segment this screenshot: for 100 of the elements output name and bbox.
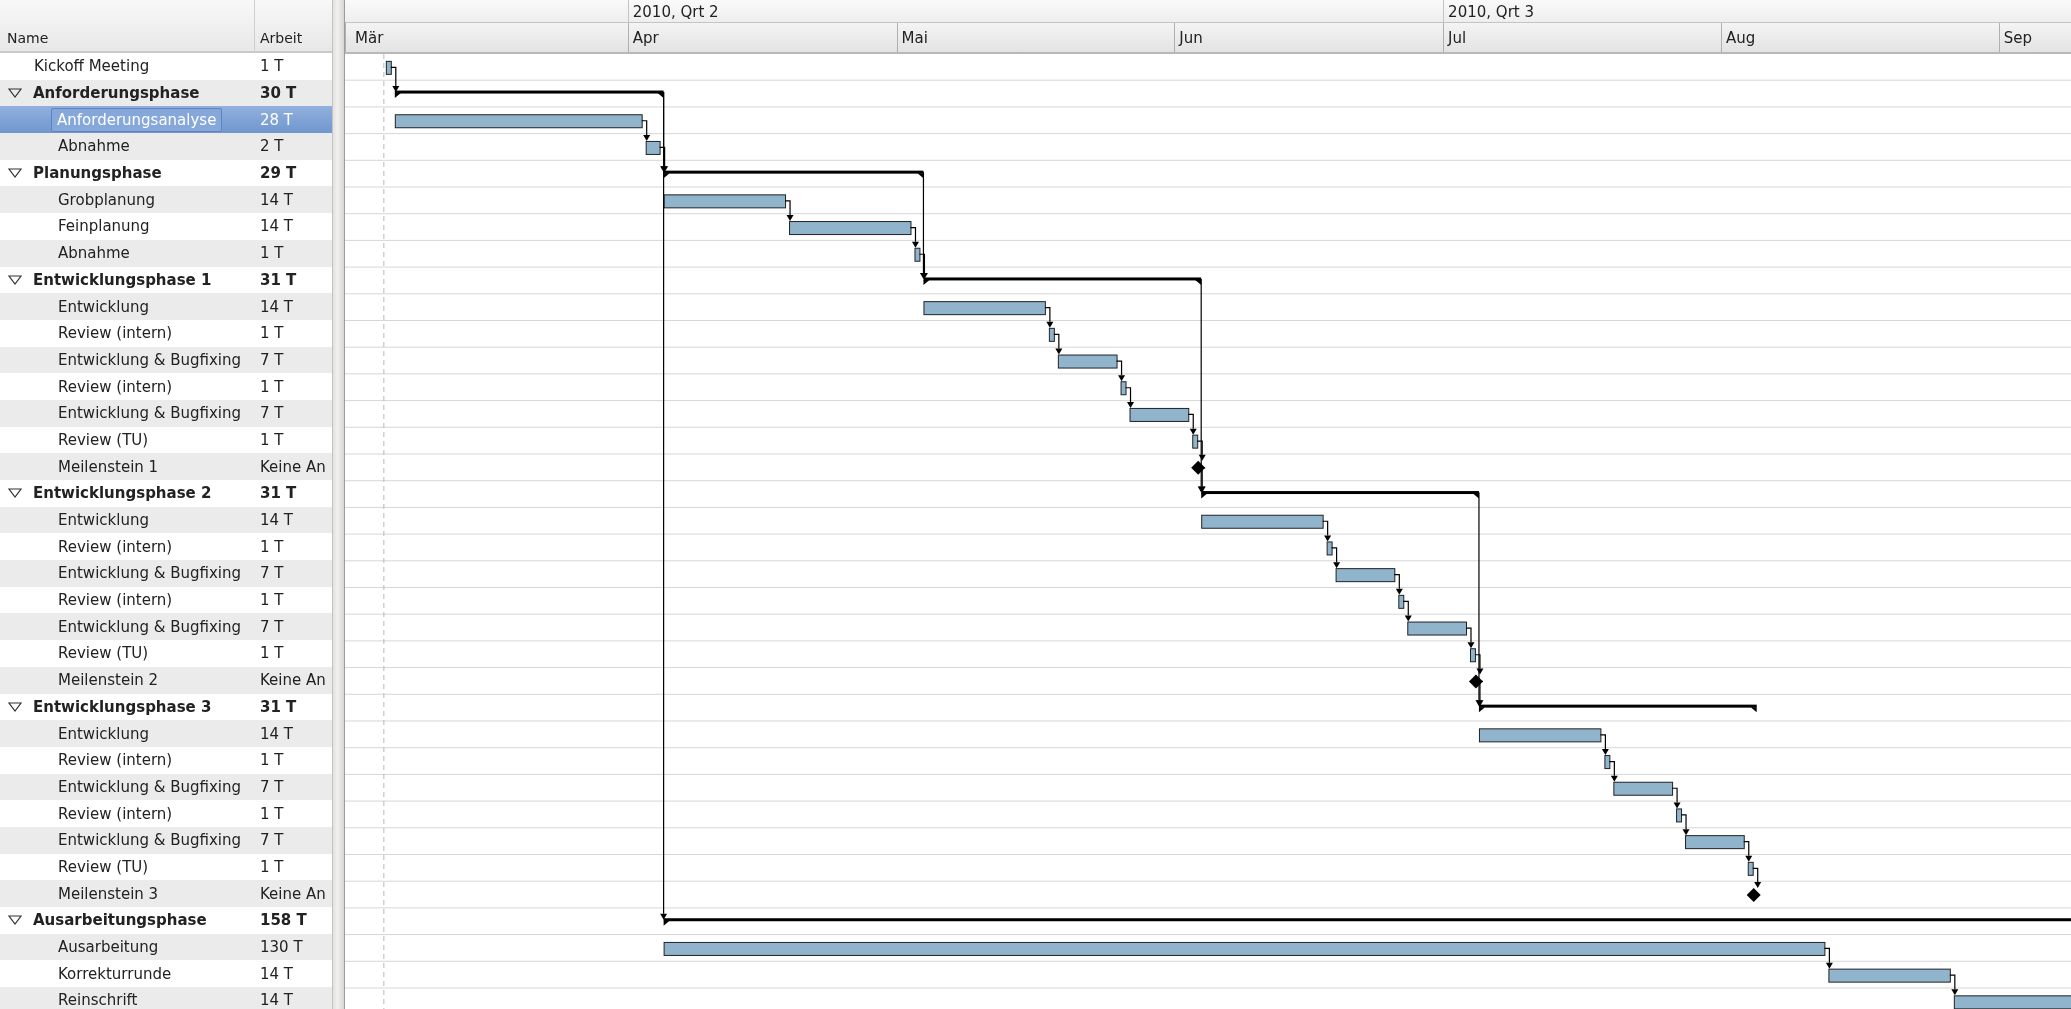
month-header: Apr bbox=[627, 23, 897, 52]
expander-icon[interactable] bbox=[8, 701, 22, 712]
task-row[interactable]: Entwicklung & Bugfixing 7 T bbox=[0, 613, 332, 641]
dependency-arrow bbox=[1124, 387, 1134, 408]
dependency-arrow bbox=[1743, 841, 1753, 862]
expander-icon[interactable] bbox=[8, 168, 22, 179]
summary-bar[interactable] bbox=[1201, 491, 1479, 499]
column-header[interactable]: Arbeit bbox=[255, 0, 332, 53]
work-value: 31 T bbox=[259, 697, 297, 716]
task-bar[interactable] bbox=[663, 941, 1826, 956]
work-value: 14 T bbox=[259, 991, 294, 1009]
task-bar[interactable] bbox=[789, 221, 912, 236]
expander-icon[interactable] bbox=[8, 88, 22, 99]
task-bar[interactable] bbox=[1398, 594, 1405, 609]
task-name: Meilenstein 2 bbox=[57, 670, 160, 692]
expander-icon[interactable] bbox=[8, 274, 22, 285]
work-value: 14 T bbox=[259, 297, 294, 316]
task-row[interactable]: Entwicklung 14 T bbox=[0, 506, 332, 534]
dependency-arrow bbox=[1823, 947, 1833, 969]
work-value: 1 T bbox=[259, 537, 284, 556]
summary-bar[interactable] bbox=[663, 918, 2071, 926]
task-row[interactable]: Entwicklung & Bugfixing 7 T bbox=[0, 826, 332, 854]
task-name: Anforderungsphase bbox=[32, 83, 201, 105]
dependency-arrow bbox=[784, 200, 794, 222]
dependency-arrow bbox=[1044, 307, 1054, 328]
task-bar[interactable] bbox=[1676, 808, 1683, 823]
task-row[interactable]: Meilenstein 3 Keine An bbox=[0, 880, 332, 907]
dependency-arrow bbox=[1331, 547, 1341, 569]
task-row[interactable]: Entwicklung & Bugfixing 7 T bbox=[0, 399, 332, 427]
task-row[interactable]: Abnahme 2 T bbox=[0, 133, 332, 160]
dependency-arrow bbox=[1322, 520, 1332, 542]
summary-bar[interactable] bbox=[923, 277, 1202, 285]
task-bar[interactable] bbox=[1604, 755, 1611, 770]
summary-bar[interactable] bbox=[394, 90, 664, 99]
work-value: 14 T bbox=[259, 217, 294, 236]
work-value: 1 T bbox=[259, 430, 284, 449]
task-bar[interactable] bbox=[1192, 434, 1199, 449]
task-name: Entwicklungsphase 3 bbox=[32, 696, 213, 718]
task-bar[interactable] bbox=[1129, 407, 1190, 422]
summary-bar[interactable] bbox=[663, 170, 924, 179]
task-row[interactable]: Entwicklung & Bugfixing 7 T bbox=[0, 560, 332, 587]
task-bar[interactable] bbox=[1048, 327, 1055, 342]
task-row[interactable]: Anforderungsphase 30 T bbox=[0, 79, 332, 107]
task-name: Feinplanung bbox=[57, 216, 151, 238]
month-header: Jul bbox=[1443, 23, 1721, 52]
dependency-arrow bbox=[1752, 867, 1762, 889]
task-bar[interactable] bbox=[1120, 381, 1127, 396]
work-value: 2 T bbox=[259, 137, 284, 156]
work-value: 7 T bbox=[259, 350, 284, 369]
task-name: Meilenstein 3 bbox=[57, 883, 160, 905]
task-row[interactable]: Entwicklung & Bugfixing 7 T bbox=[0, 773, 332, 801]
work-value: 7 T bbox=[259, 404, 284, 423]
task-name: Entwicklung & Bugfixing bbox=[57, 830, 242, 852]
quarter-header: 2010, Qrt 3 bbox=[1443, 0, 2071, 22]
work-value: 7 T bbox=[259, 831, 284, 850]
task-row[interactable]: Reinschrift 14 T bbox=[0, 987, 332, 1009]
task-row[interactable]: Meilenstein 1 Keine An bbox=[0, 453, 332, 480]
task-bar[interactable] bbox=[914, 247, 921, 262]
task-row[interactable]: Meilenstein 2 Keine An bbox=[0, 666, 332, 694]
column-header[interactable]: Name bbox=[0, 0, 255, 53]
task-row[interactable]: Entwicklung & Bugfixing 7 T bbox=[0, 346, 332, 374]
task-bar[interactable] bbox=[1335, 568, 1396, 583]
work-value: 30 T bbox=[259, 84, 297, 103]
work-value: 1 T bbox=[259, 857, 284, 876]
summary-bar[interactable] bbox=[1478, 704, 1757, 713]
work-value: 130 T bbox=[259, 938, 303, 957]
task-name: Review (intern) bbox=[57, 803, 174, 825]
task-bar[interactable] bbox=[1685, 835, 1745, 850]
work-value: 31 T bbox=[259, 270, 297, 289]
task-name: Review (TU) bbox=[57, 643, 150, 665]
work-value: Keine An bbox=[259, 671, 326, 690]
work-value: 14 T bbox=[259, 724, 294, 743]
task-row[interactable]: Ausarbeitung 130 T bbox=[0, 933, 332, 961]
task-name: Entwicklung & Bugfixing bbox=[57, 616, 242, 638]
month-header: Aug bbox=[1720, 23, 1999, 52]
work-value: Keine An bbox=[259, 457, 326, 476]
task-name: Review (TU) bbox=[57, 429, 150, 451]
task-name: Review (intern) bbox=[57, 376, 174, 398]
task-row[interactable]: Entwicklung 14 T bbox=[0, 720, 332, 747]
task-bar[interactable] bbox=[1326, 541, 1333, 556]
milestone-marker[interactable] bbox=[1746, 888, 1761, 903]
task-bar[interactable] bbox=[1470, 648, 1476, 663]
task-bar[interactable] bbox=[385, 60, 392, 75]
task-row[interactable]: Grobplanung 14 T bbox=[0, 186, 332, 214]
dependency-arrow bbox=[641, 120, 651, 141]
milestone-marker[interactable] bbox=[1468, 674, 1483, 689]
task-name: Review (intern) bbox=[57, 750, 174, 772]
task-name: Entwicklungsphase 1 bbox=[32, 269, 213, 291]
task-name: Grobplanung bbox=[57, 189, 157, 211]
task-row[interactable]: Entwicklung 14 T bbox=[0, 293, 332, 320]
task-bar[interactable] bbox=[645, 140, 661, 155]
work-value: 14 T bbox=[259, 964, 294, 983]
expander-icon[interactable] bbox=[8, 915, 22, 926]
dependency-arrow bbox=[1115, 360, 1126, 382]
expander-icon[interactable] bbox=[8, 488, 22, 499]
dependency-arrow bbox=[390, 66, 400, 93]
task-bar[interactable] bbox=[1747, 861, 1754, 876]
task-bar[interactable] bbox=[923, 301, 1046, 316]
task-row[interactable]: Abnahme 1 T bbox=[0, 239, 332, 267]
work-value: 1 T bbox=[259, 244, 284, 263]
